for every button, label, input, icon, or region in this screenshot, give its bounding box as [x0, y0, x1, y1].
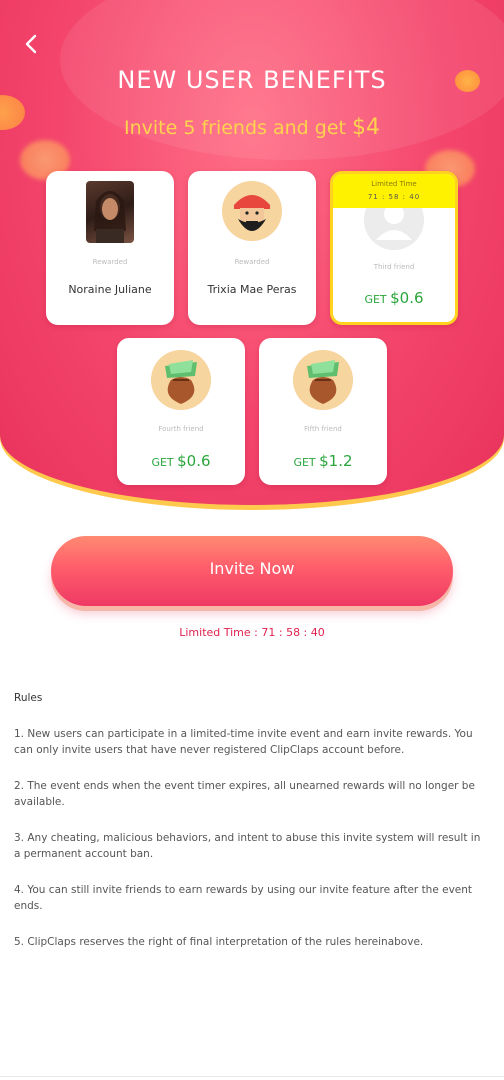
- friend-card-3[interactable]: Limited Time 71 : 58 : 40 Third friend G…: [330, 171, 458, 325]
- money-bag-icon: [151, 350, 211, 410]
- back-button[interactable]: [24, 34, 44, 58]
- friend-card-1[interactable]: Rewarded Noraine Juliane: [46, 171, 174, 325]
- friend-card-4[interactable]: Fourth friend GET $0.6: [117, 338, 245, 485]
- page-title: NEW USER BENEFITS: [117, 66, 387, 94]
- banner-label: Limited Time: [371, 180, 417, 188]
- friend-card-5[interactable]: Fifth friend GET $1.2: [259, 338, 387, 485]
- subtitle-amount: $4: [352, 115, 380, 140]
- rule-item: 4. You can still invite friends to earn …: [14, 884, 473, 912]
- reward-prefix: GET: [364, 293, 391, 306]
- reward-amount: GET $1.2: [259, 452, 387, 470]
- reward-prefix: GET: [293, 456, 320, 469]
- reward-amount: GET $0.6: [333, 289, 455, 307]
- money-bag-icon: [293, 350, 353, 410]
- rule-item: 5. ClipClaps reserves the right of final…: [14, 936, 424, 948]
- reward-value: $1.2: [319, 452, 353, 470]
- friend-status: Rewarded: [234, 258, 270, 266]
- avatar: [86, 181, 134, 243]
- rule-item: 2. The event ends when the event timer e…: [14, 780, 475, 808]
- friend-card-2[interactable]: Rewarded Trixia Mae Peras: [188, 171, 316, 325]
- reward-prefix: GET: [151, 456, 178, 469]
- chevron-left-icon: [25, 34, 37, 54]
- subtitle-text: Invite 5 friends and get: [123, 117, 352, 139]
- friend-name: Trixia Mae Peras: [207, 283, 297, 296]
- rule-item: 3. Any cheating, malicious behaviors, an…: [14, 832, 481, 860]
- limited-time-banner: Limited Time 71 : 58 : 40: [333, 174, 455, 208]
- reward-value: $0.6: [177, 452, 211, 470]
- banner-timer: 71 : 58 : 40: [367, 193, 421, 201]
- limited-time-countdown: Limited Time : 71 : 58 : 40: [179, 626, 325, 639]
- avatar: [222, 181, 282, 241]
- rule-item: 1. New users can participate in a limite…: [14, 728, 473, 756]
- page-subtitle: Invite 5 friends and get $4: [0, 115, 504, 140]
- divider: [0, 1076, 504, 1077]
- rules-section: Rules 1. New users can participate in a …: [14, 690, 490, 970]
- friend-name: Noraine Juliane: [68, 283, 152, 296]
- invite-now-button[interactable]: Invite Now: [51, 536, 453, 606]
- reward-value: $0.6: [390, 289, 424, 307]
- reward-amount: GET $0.6: [117, 452, 245, 470]
- rules-heading: Rules: [14, 692, 43, 704]
- friend-status: Rewarded: [92, 258, 128, 266]
- friend-status: Third friend: [373, 263, 415, 271]
- friend-status: Fifth friend: [304, 425, 342, 433]
- friend-status: Fourth friend: [158, 425, 204, 433]
